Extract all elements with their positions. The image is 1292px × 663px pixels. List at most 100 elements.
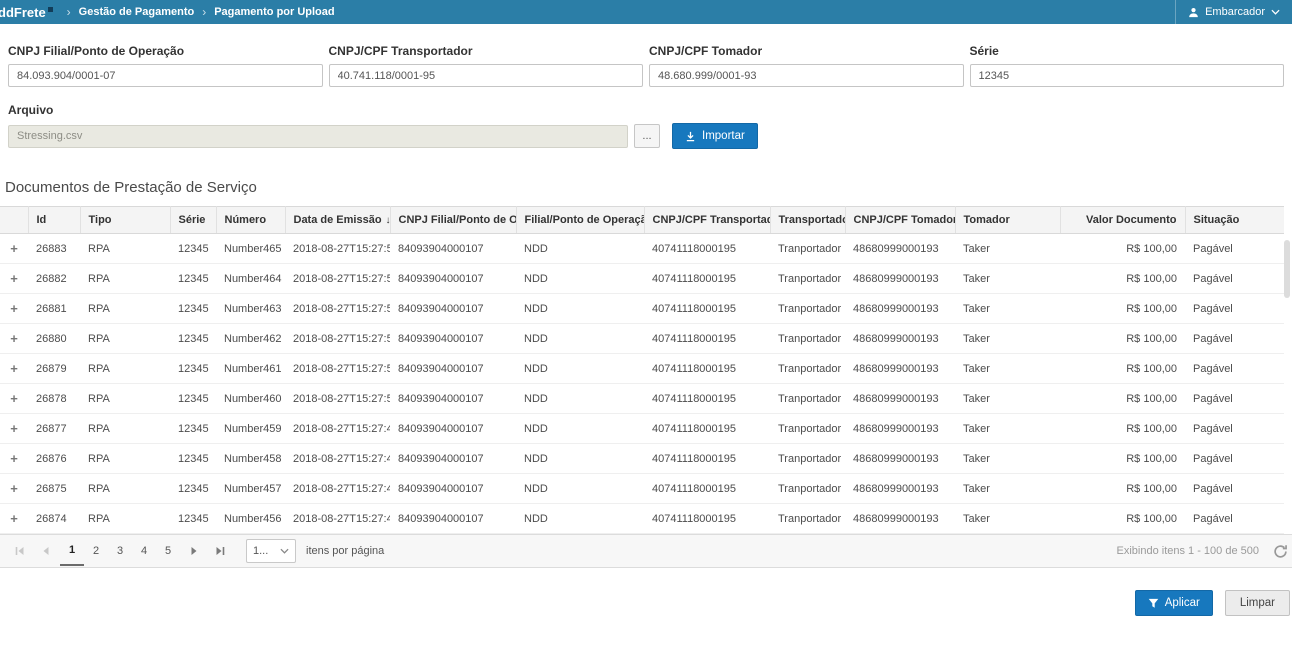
column-header-transportador[interactable]: Transportador	[770, 207, 845, 234]
column-header-filial-ponto-operacao[interactable]: Filial/Ponto de Operação	[516, 207, 644, 234]
table-row: +26876RPA12345Number4582018-08-27T15:27:…	[0, 444, 1284, 474]
pager-page-5[interactable]: 5	[156, 536, 180, 566]
cell-cnpj-cpf-tomador: 48680999000193	[845, 354, 955, 384]
user-menu[interactable]: Embarcador	[1175, 0, 1292, 24]
cell-cnpj-filial: 84093904000107	[390, 354, 516, 384]
cnpj-filial-input[interactable]	[8, 64, 323, 87]
cell-cnpj-cpf-tomador: 48680999000193	[845, 294, 955, 324]
cell-tomador: Taker	[955, 384, 1060, 414]
cell-valor-documento: R$ 100,00	[1060, 264, 1185, 294]
pager-page-2[interactable]: 2	[84, 536, 108, 566]
cell-serie: 12345	[170, 264, 216, 294]
row-expand-icon[interactable]: +	[0, 234, 28, 264]
vertical-scrollbar[interactable]	[1284, 240, 1290, 298]
cnpj-transportador-input[interactable]	[329, 64, 644, 87]
cell-serie: 12345	[170, 414, 216, 444]
row-expand-icon[interactable]: +	[0, 414, 28, 444]
column-header-cnpj-cpf-tomador[interactable]: CNPJ/CPF Tomador	[845, 207, 955, 234]
app-logo[interactable]: ddFrete	[0, 5, 53, 20]
cell-filial-ponto-operacao: NDD	[516, 294, 644, 324]
cell-valor-documento: R$ 100,00	[1060, 384, 1185, 414]
cell-situacao: Pagável	[1185, 324, 1284, 354]
column-header-valor-documento[interactable]: Valor Documento	[1060, 207, 1185, 234]
cell-tipo: RPA	[80, 294, 170, 324]
chevron-down-icon	[1271, 9, 1280, 15]
pager-page-1[interactable]: 1	[60, 536, 84, 566]
row-expand-icon[interactable]: +	[0, 384, 28, 414]
cell-tipo: RPA	[80, 264, 170, 294]
table-row: +26879RPA12345Number4612018-08-27T15:27:…	[0, 354, 1284, 384]
pager-next-icon[interactable]	[182, 539, 206, 563]
refresh-icon[interactable]	[1273, 544, 1288, 559]
column-header-serie[interactable]: Série	[170, 207, 216, 234]
table-row: +26883RPA12345Number4652018-08-27T15:27:…	[0, 234, 1284, 264]
page: ddFrete › Gestão de Pagamento › Pagament…	[0, 0, 1292, 663]
row-expand-icon[interactable]: +	[0, 354, 28, 384]
cell-data-de-emissao: 2018-08-27T15:27:49.36	[285, 474, 390, 504]
column-header-tomador[interactable]: Tomador	[955, 207, 1060, 234]
cell-filial-ponto-operacao: NDD	[516, 384, 644, 414]
row-expand-icon[interactable]: +	[0, 324, 28, 354]
cell-data-de-emissao: 2018-08-27T15:27:49.1	[285, 504, 390, 534]
cell-serie: 12345	[170, 324, 216, 354]
cell-id: 26883	[28, 234, 80, 264]
row-expand-icon[interactable]: +	[0, 474, 28, 504]
importar-button[interactable]: Importar	[672, 123, 758, 149]
documents-grid: Id Tipo Série Número Data de Emissão↓CNPJ Fi…	[0, 206, 1292, 534]
cell-transportador: Tranportador 1	[770, 444, 845, 474]
aplicar-button[interactable]: Aplicar	[1135, 590, 1213, 616]
row-expand-icon[interactable]: +	[0, 504, 28, 534]
cnpj-tomador-input[interactable]	[649, 64, 964, 87]
limpar-button[interactable]: Limpar	[1225, 590, 1290, 616]
top-bar: ddFrete › Gestão de Pagamento › Pagament…	[0, 0, 1292, 24]
row-expand-icon[interactable]: +	[0, 444, 28, 474]
breadcrumb-gestao-de-pagamento[interactable]: Gestão de Pagamento	[79, 6, 195, 18]
pager-last-icon[interactable]	[208, 539, 232, 563]
column-header-cnpj-filial[interactable]: CNPJ Filial/Ponto de Operaç...	[390, 207, 516, 234]
pager-page-3[interactable]: 3	[108, 536, 132, 566]
cell-cnpj-cpf-transportador: 40741118000195	[644, 264, 770, 294]
column-header-label: Transportador	[779, 214, 846, 226]
browse-button[interactable]: ...	[634, 124, 660, 148]
cell-numero: Number465	[216, 234, 285, 264]
pager-page-4[interactable]: 4	[132, 536, 156, 566]
cell-tipo: RPA	[80, 324, 170, 354]
cell-id: 26877	[28, 414, 80, 444]
page-size-dropdown[interactable]: 1...	[246, 539, 296, 563]
cell-situacao: Pagável	[1185, 234, 1284, 264]
column-header-label: Tipo	[89, 214, 112, 226]
cell-cnpj-cpf-tomador: 48680999000193	[845, 474, 955, 504]
cell-cnpj-cpf-transportador: 40741118000195	[644, 414, 770, 444]
field-cnpj-tomador: CNPJ/CPF Tomador	[649, 44, 964, 87]
field-cnpj-transportador: CNPJ/CPF Transportador	[329, 44, 644, 87]
cell-situacao: Pagável	[1185, 504, 1284, 534]
column-header-label: Filial/Ponto de Operação	[525, 214, 645, 226]
serie-input[interactable]	[970, 64, 1285, 87]
cell-cnpj-cpf-tomador: 48680999000193	[845, 444, 955, 474]
documents-table: Id Tipo Série Número Data de Emissão↓CNPJ Fi…	[0, 206, 1284, 534]
file-upload-section: Arquivo ... Importar	[0, 87, 1292, 149]
table-body: +26883RPA12345Number4652018-08-27T15:27:…	[0, 234, 1284, 534]
cell-situacao: Pagável	[1185, 354, 1284, 384]
table-row: +26874RPA12345Number4562018-08-27T15:27:…	[0, 504, 1284, 534]
cell-filial-ponto-operacao: NDD	[516, 324, 644, 354]
cell-tipo: RPA	[80, 414, 170, 444]
row-expand-icon[interactable]: +	[0, 294, 28, 324]
column-header-tipo[interactable]: Tipo	[80, 207, 170, 234]
table-row: +26875RPA12345Number4572018-08-27T15:27:…	[0, 474, 1284, 504]
column-header-data-de-emissao[interactable]: Data de Emissão↓	[285, 207, 390, 234]
arquivo-filename-input	[8, 125, 628, 148]
pager-first-icon	[8, 539, 32, 563]
column-header-label: Número	[225, 214, 267, 226]
column-header-situacao[interactable]: Situação	[1185, 207, 1284, 234]
breadcrumb-pagamento-por-upload[interactable]: Pagamento por Upload	[214, 6, 334, 18]
cell-cnpj-cpf-transportador: 40741118000195	[644, 384, 770, 414]
column-header-label: Valor Documento	[1086, 214, 1176, 226]
cell-data-de-emissao: 2018-08-27T15:27:50.477	[285, 354, 390, 384]
column-header-id[interactable]: Id	[28, 207, 80, 234]
column-header-numero[interactable]: Número	[216, 207, 285, 234]
column-header-label: Id	[37, 214, 47, 226]
row-expand-icon[interactable]: +	[0, 264, 28, 294]
column-header-expand	[0, 207, 28, 234]
column-header-cnpj-cpf-transportador[interactable]: CNPJ/CPF Transportador	[644, 207, 770, 234]
